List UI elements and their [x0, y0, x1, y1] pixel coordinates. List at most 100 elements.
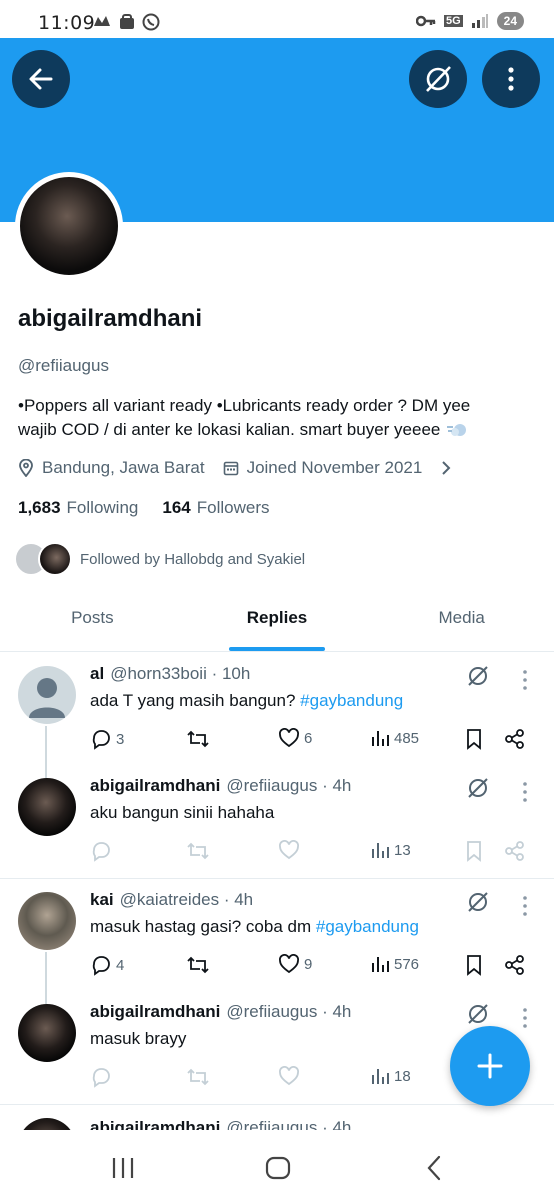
tweet-avatar[interactable] [18, 666, 76, 724]
author-handle: @refiiaugus [226, 1002, 318, 1021]
tweet-time: · 4h [322, 1118, 352, 1130]
following-link[interactable]: 1,683 Following [18, 498, 138, 518]
views-button[interactable]: 576 [370, 954, 419, 974]
hashtag-link[interactable]: #gaybandung [300, 691, 403, 710]
profile-handle: @refiiaugus [18, 356, 109, 375]
tweet-avatar[interactable] [18, 1004, 76, 1062]
reply-icon [92, 842, 110, 862]
tweet-time: · 4h [223, 890, 254, 909]
profile-bio: •Poppers all variant ready •Lubricants r… [18, 394, 518, 442]
compose-button[interactable] [450, 1026, 530, 1106]
chevron-right-icon[interactable] [440, 460, 452, 476]
tweet-body: masuk hastag gasi? coba dm [90, 917, 316, 936]
grok-icon[interactable] [466, 664, 490, 688]
profile-avatar[interactable] [15, 172, 123, 280]
view-count: 13 [394, 841, 411, 859]
repost-button[interactable] [186, 840, 214, 862]
tab-media[interactable]: Media [369, 596, 554, 651]
reply-button[interactable]: 3 [90, 728, 124, 750]
tweet-text: masuk hastag gasi? coba dm #gaybandung [90, 917, 419, 937]
tweet-header: abigailramdhani @refiiaugus · 4h [90, 1002, 351, 1022]
more-options-button[interactable] [482, 50, 540, 108]
bookmark-icon[interactable] [464, 840, 484, 862]
follow-stats: 1,683 Following 164 Followers [18, 498, 269, 518]
home-icon[interactable] [264, 1155, 292, 1181]
tweet[interactable]: abigailramdhani @refiiaugus · 4h [0, 1106, 554, 1130]
share-icon[interactable] [504, 840, 526, 862]
like-count: 6 [304, 729, 313, 747]
views-icon [372, 957, 389, 972]
tweet-text: ada T yang masih bangun? #gaybandung [90, 691, 403, 711]
share-icon[interactable] [504, 728, 526, 750]
tweet[interactable]: al @horn33boii · 10h ada T yang masih ban… [0, 654, 554, 764]
back-button[interactable] [12, 50, 70, 108]
hashtag-link[interactable]: #gaybandung [316, 917, 419, 936]
status-bar: 11:09 5G 24 [0, 0, 554, 38]
grok-button[interactable] [409, 50, 467, 108]
author-name: abigailramdhani [90, 776, 221, 795]
bookmark-icon[interactable] [464, 728, 484, 750]
tweet[interactable]: kai @kaiatreides · 4h masuk hastag gasi? … [0, 880, 554, 990]
battery-icon: 24 [496, 12, 524, 30]
tweet[interactable]: abigailramdhani @refiiaugus · 4h aku bang… [0, 766, 554, 876]
repost-button[interactable] [186, 728, 214, 750]
tweet-header: kai @kaiatreides · 4h [90, 890, 253, 910]
bookmark-icon[interactable] [464, 954, 484, 976]
tweet-header: abigailramdhani @refiiaugus · 4h [90, 1118, 351, 1130]
view-count: 485 [394, 729, 420, 747]
more-vertical-icon[interactable] [516, 780, 534, 804]
more-vertical-icon[interactable] [516, 1006, 534, 1030]
tweet-avatar[interactable] [18, 892, 76, 950]
recent-apps-icon[interactable] [110, 1156, 136, 1180]
tweet-header: al @horn33boii · 10h [90, 664, 250, 684]
views-button[interactable]: 13 [370, 840, 411, 860]
repost-button[interactable] [186, 954, 214, 976]
tab-replies[interactable]: Replies [185, 596, 370, 651]
views-icon [372, 731, 389, 746]
repost-icon [187, 842, 209, 860]
grok-icon[interactable] [466, 890, 490, 914]
like-button[interactable]: 9 [278, 954, 312, 974]
network-icon: 5G [443, 15, 463, 27]
system-icons: 5G 24 [415, 12, 524, 30]
divider [0, 1104, 554, 1105]
reply-icon [92, 730, 110, 750]
tab-posts[interactable]: Posts [0, 596, 185, 651]
author-name: kai [90, 890, 114, 909]
dash-emoji-icon [447, 424, 467, 436]
tweet-avatar[interactable] [18, 1118, 76, 1130]
reply-button[interactable] [90, 1066, 116, 1088]
reply-button[interactable]: 4 [90, 954, 124, 976]
followed-by[interactable]: Followed by Hallobdg and Syakiel [14, 542, 305, 576]
bio-line: wajib COD / di anter ke lokasi kalian. s… [18, 420, 441, 439]
grok-icon [426, 66, 451, 92]
profile-name: abigailramdhani [18, 305, 203, 332]
followers-link[interactable]: 164 Followers [162, 498, 269, 518]
reply-button[interactable] [90, 840, 116, 862]
following-count: 1,683 [18, 498, 61, 517]
share-icon[interactable] [504, 954, 526, 976]
like-button[interactable] [278, 1066, 304, 1086]
grok-icon[interactable] [466, 1002, 490, 1026]
followed-by-text: Followed by Hallobdg and Syakiel [80, 550, 306, 568]
game-icon [94, 16, 110, 26]
shop-icon [120, 14, 134, 29]
repost-button[interactable] [186, 1066, 214, 1088]
grok-icon[interactable] [466, 776, 490, 800]
like-button[interactable]: 6 [278, 728, 312, 748]
more-vertical-icon[interactable] [516, 668, 534, 692]
back-nav-icon[interactable] [424, 1154, 444, 1182]
repost-icon [187, 730, 209, 748]
bio-line-2: wajib COD / di anter ke lokasi kalian. s… [18, 418, 518, 442]
views-button[interactable]: 18 [370, 1066, 411, 1086]
author-name: abigailramdhani [90, 1002, 221, 1021]
like-button[interactable] [278, 840, 304, 860]
location-text: Bandung, Jawa Barat [42, 458, 205, 477]
tweet-avatar[interactable] [18, 778, 76, 836]
view-count: 576 [394, 955, 420, 973]
more-vertical-icon[interactable] [516, 894, 534, 918]
joined-date: Joined November 2021 [223, 458, 422, 478]
author-handle: @kaiatreides [119, 890, 220, 909]
reply-icon [92, 1068, 110, 1088]
views-button[interactable]: 485 [370, 728, 419, 748]
